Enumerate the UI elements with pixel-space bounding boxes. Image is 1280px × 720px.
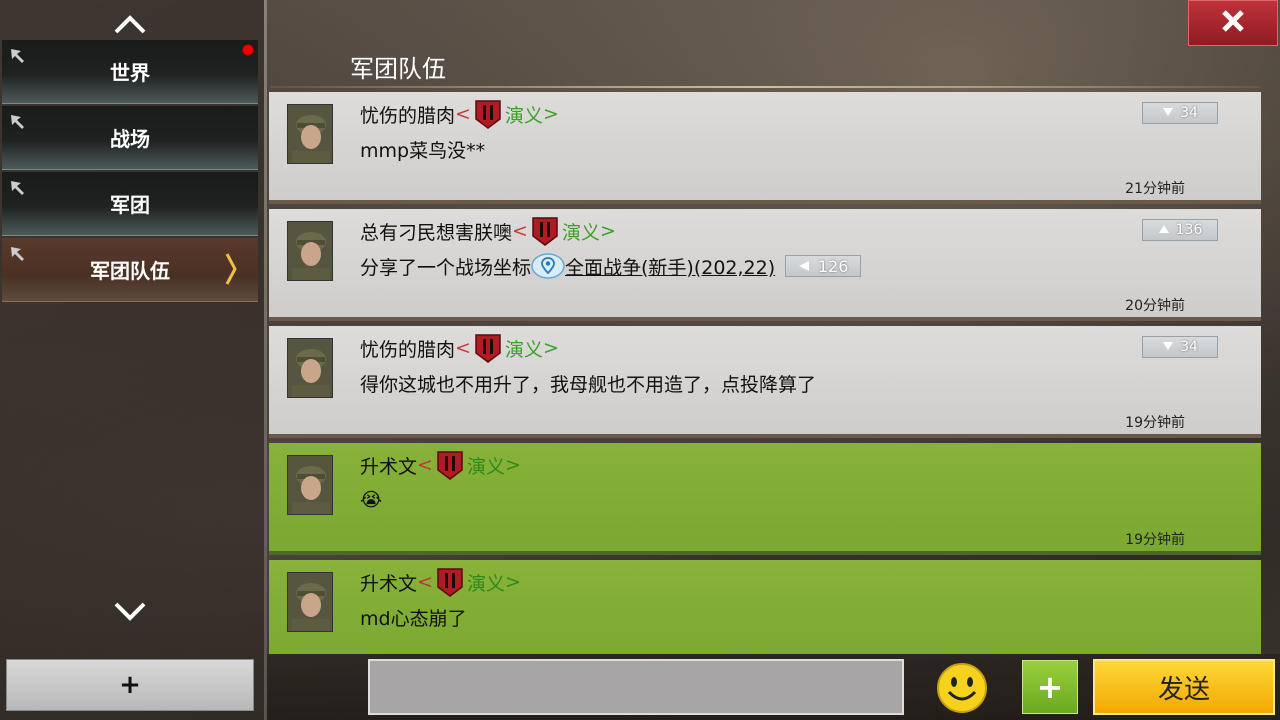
message-item: 升术文 < 演义 > md心态崩了	[269, 560, 1261, 654]
title-divider	[270, 86, 1260, 88]
message-list[interactable]: 忧伤的腊肉 < 演义 > mmp菜鸟没** 34 21分钟前 总有刁民想害朕噢 …	[269, 92, 1261, 654]
scroll-up-icon[interactable]	[110, 10, 150, 38]
rank-tag: 136	[1142, 219, 1218, 241]
rank-arrow-down-icon	[1162, 105, 1174, 121]
message-header: 升术文 < 演义 >	[360, 567, 521, 597]
chevron-right-icon	[224, 252, 238, 291]
coordinate-link[interactable]: 全面战争(新手)(202,22)	[531, 251, 775, 281]
corps-bracket: <	[417, 571, 433, 593]
arrow-left-icon	[798, 257, 810, 276]
message-time: 19分钟前	[1125, 415, 1185, 431]
message-time: 19分钟前	[1125, 532, 1185, 548]
corps-bracket: >	[542, 337, 559, 359]
avatar[interactable]	[287, 338, 333, 398]
message-text: 得你这城也不用升了，我母舰也不用造了，点投降算了	[360, 373, 817, 396]
message-time: 20分钟前	[1125, 298, 1185, 314]
coordinate-value: 126	[817, 256, 849, 276]
corps-bracket: >	[504, 571, 521, 593]
legion-badge-icon	[473, 99, 503, 129]
corps-name: 演义	[504, 338, 543, 361]
smiley-icon	[936, 663, 988, 718]
tab-battlefield[interactable]: 战场	[2, 106, 258, 170]
tab-label: 世界	[110, 61, 150, 85]
coordinate-text[interactable]: 全面战争(新手)(202,22)	[565, 253, 775, 280]
coordinate-tag: 126	[785, 255, 862, 277]
pin-icon	[10, 111, 26, 135]
tab-label: 战场	[110, 127, 150, 151]
sender-name[interactable]: 升术文	[360, 569, 417, 596]
rank-arrow-down-icon	[1162, 339, 1174, 355]
corps-bracket: <	[417, 454, 433, 476]
message-item: 升术文 < 演义 > 😭 19分钟前	[269, 443, 1261, 555]
corps-name: 演义	[466, 572, 505, 595]
rank-value: 136	[1175, 222, 1203, 238]
message-header: 忧伤的腊肉 < 演义 >	[360, 333, 559, 363]
add-channel-button[interactable]: +	[6, 659, 254, 711]
emoji-button[interactable]	[936, 662, 988, 714]
pin-icon	[10, 243, 26, 267]
pin-icon	[10, 45, 26, 69]
tab-world[interactable]: 世界	[2, 40, 258, 104]
corps-name: 演义	[466, 455, 505, 478]
pin-icon	[10, 177, 26, 201]
legion-badge-icon	[435, 567, 465, 597]
legion-badge-icon	[530, 216, 560, 246]
rank-tag: 34	[1142, 102, 1218, 124]
sender-name[interactable]: 忧伤的腊肉	[360, 101, 455, 128]
rank-tag: 34	[1142, 336, 1218, 358]
avatar[interactable]	[287, 572, 333, 632]
message-text: 😭	[360, 489, 383, 511]
location-pin-icon	[531, 251, 565, 281]
tab-legion[interactable]: 军团	[2, 172, 258, 236]
corps-bracket: >	[504, 454, 521, 476]
close-button[interactable]	[1188, 0, 1278, 46]
sender-name[interactable]: 忧伤的腊肉	[360, 335, 455, 362]
sidebar-divider	[264, 0, 267, 720]
corps-bracket: >	[542, 103, 559, 125]
legion-badge-icon	[435, 450, 465, 480]
attach-button[interactable]: +	[1022, 660, 1078, 714]
share-prefix: 分享了一个战场坐标	[360, 256, 532, 279]
channel-title: 军团队伍	[350, 55, 446, 83]
corps-bracket: <	[455, 337, 471, 359]
corps-name: 演义	[561, 221, 600, 244]
corps-name: 演义	[504, 104, 543, 127]
message-item: 总有刁民想害朕噢 < 演义 > 分享了一个战场坐标 全面战争(新手)(202,2…	[269, 209, 1261, 321]
corps-bracket: <	[512, 220, 528, 242]
message-text: md心态崩了	[360, 607, 467, 630]
send-button[interactable]: 发送	[1093, 659, 1275, 715]
avatar[interactable]	[287, 221, 333, 281]
message-text: 分享了一个战场坐标 全面战争(新手)(202,22) 126	[360, 251, 862, 281]
sender-name[interactable]: 升术文	[360, 452, 417, 479]
scroll-down-icon[interactable]	[110, 598, 150, 626]
chat-screen: 世界 战场 军团 军团队伍 + 军团队伍 忧伤的腊肉 < 演义 > mmp菜鸟没…	[0, 0, 1280, 720]
sender-name[interactable]: 总有刁民想害朕噢	[360, 218, 512, 245]
message-item: 忧伤的腊肉 < 演义 > mmp菜鸟没** 34 21分钟前	[269, 92, 1261, 204]
avatar[interactable]	[287, 104, 333, 164]
tab-label: 军团队伍	[90, 259, 170, 283]
message-input[interactable]	[368, 659, 904, 715]
channel-sidebar: 世界 战场 军团 军团队伍 +	[0, 0, 264, 720]
message-item: 忧伤的腊肉 < 演义 > 得你这城也不用升了，我母舰也不用造了，点投降算了 34	[269, 326, 1261, 438]
message-text: mmp菜鸟没**	[360, 139, 486, 162]
corps-bracket: >	[599, 220, 616, 242]
tab-label: 军团	[110, 193, 150, 217]
message-time: 21分钟前	[1125, 181, 1185, 197]
rank-arrow-up-icon	[1158, 222, 1170, 238]
tab-legion-team[interactable]: 军团队伍	[2, 238, 258, 302]
message-header: 总有刁民想害朕噢 < 演义 >	[360, 216, 616, 246]
rank-value: 34	[1180, 105, 1198, 121]
rank-value: 34	[1180, 339, 1198, 355]
message-header: 忧伤的腊肉 < 演义 >	[360, 99, 559, 129]
legion-badge-icon	[473, 333, 503, 363]
corps-bracket: <	[455, 103, 471, 125]
close-icon	[1220, 8, 1246, 38]
notification-dot	[242, 44, 254, 56]
message-header: 升术文 < 演义 >	[360, 450, 521, 480]
avatar[interactable]	[287, 455, 333, 515]
